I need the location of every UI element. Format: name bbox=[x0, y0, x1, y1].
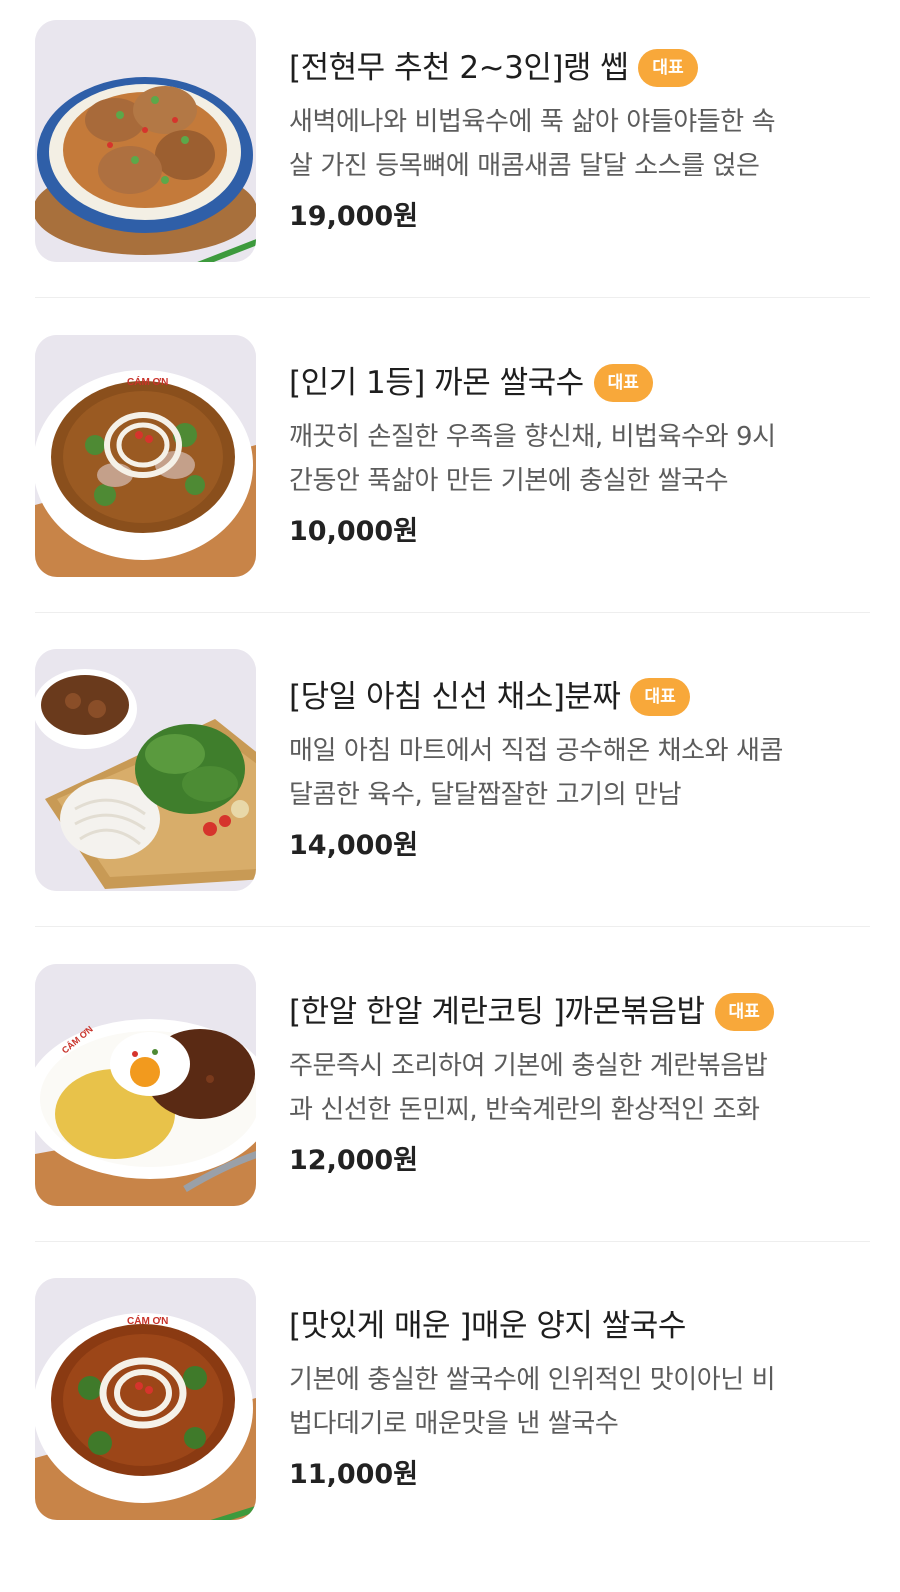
menu-item[interactable]: [전현무 추천 2~3인]랭 쎕 대표 새벽에나와 비법육수에 푹 삶아 야들야… bbox=[0, 0, 900, 315]
description-line: 새벽에나와 비법육수에 푹 삶아 야들야들한 속 bbox=[289, 107, 776, 137]
svg-text:CÁM ƠN: CÁM ƠN bbox=[127, 375, 168, 388]
menu-item-title-row: [당일 아침 신선 채소]분짜 대표 bbox=[289, 667, 869, 727]
menu-item[interactable]: CÁM ƠN [인기 1등] 까몬 쌀국수 대표 깨끗히 손질한 우족을 향신채… bbox=[0, 315, 900, 630]
menu-item-image[interactable]: CÁM ƠN bbox=[35, 964, 256, 1206]
menu-item-description: 새벽에나와 비법육수에 푹 삶아 야들야들한 속 살 가진 등목뼈에 매콤새콤 … bbox=[289, 100, 869, 188]
description-line: 법다데기로 매운맛을 낸 쌀국수 bbox=[289, 1409, 619, 1439]
divider bbox=[35, 926, 870, 927]
divider bbox=[35, 612, 870, 613]
menu-item-info: [전현무 추천 2~3인]랭 쎕 대표 새벽에나와 비법육수에 푹 삶아 야들야… bbox=[289, 38, 869, 240]
signature-badge: 대표 bbox=[714, 993, 774, 1031]
menu-item-image[interactable] bbox=[35, 20, 256, 262]
menu-item-info: [당일 아침 신선 채소]분짜 대표 매일 아침 마트에서 직접 공수해온 채소… bbox=[289, 667, 869, 869]
menu-item-description: 기본에 충실한 쌀국수에 인위적인 맛이아닌 비 법다데기로 매운맛을 낸 쌀국… bbox=[289, 1358, 869, 1446]
description-line: 기본에 충실한 쌀국수에 인위적인 맛이아닌 비 bbox=[289, 1365, 776, 1395]
menu-item-description: 깨끗히 손질한 우족을 향신채, 비법육수와 9시 간동안 푹삶아 만든 기본에… bbox=[289, 415, 869, 503]
menu-item-title-row: [한알 한알 계란코팅 ]까몬볶음밥 대표 bbox=[289, 982, 869, 1042]
menu-item-price: 12,000원 bbox=[289, 1145, 419, 1176]
pork-back-bone-dish-image bbox=[35, 20, 256, 262]
menu-item-image[interactable] bbox=[35, 649, 256, 891]
menu-item-title: [당일 아침 신선 채소]분짜 bbox=[289, 679, 621, 715]
egg-fried-rice-plate-image: CÁM ƠN bbox=[35, 964, 256, 1206]
description-line: 주문즉시 조리하여 기본에 충실한 계란볶음밥 bbox=[289, 1051, 768, 1081]
beef-rice-noodle-soup-image: CÁM ƠN bbox=[35, 335, 256, 577]
menu-item-title-row: [전현무 추천 2~3인]랭 쎕 대표 bbox=[289, 38, 869, 98]
menu-item-price: 11,000원 bbox=[289, 1459, 419, 1490]
menu-item-title: [전현무 추천 2~3인]랭 쎕 bbox=[289, 50, 629, 86]
menu-item-description: 매일 아침 마트에서 직접 공수해온 채소와 새콤 달콤한 육수, 달달짭잘한 … bbox=[289, 729, 869, 817]
menu-item-info: [인기 1등] 까몬 쌀국수 대표 깨끗히 손질한 우족을 향신채, 비법육수와… bbox=[289, 353, 869, 555]
menu-item-title-row: [인기 1등] 까몬 쌀국수 대표 bbox=[289, 353, 869, 413]
menu-item-image[interactable]: CÁM ƠN bbox=[35, 1278, 256, 1520]
description-line: 깨끗히 손질한 우족을 향신채, 비법육수와 9시 bbox=[289, 422, 776, 452]
menu-item-price: 19,000원 bbox=[289, 201, 419, 232]
menu-item-title-row: [맛있게 매운 ]매운 양지 쌀국수 bbox=[289, 1296, 869, 1356]
divider bbox=[35, 1241, 870, 1242]
signature-badge: 대표 bbox=[638, 49, 698, 87]
menu-item-title: [한알 한알 계란코팅 ]까몬볶음밥 bbox=[289, 994, 705, 1030]
menu-item-price: 10,000원 bbox=[289, 516, 419, 547]
menu-item[interactable]: CÁM ƠN [한알 한알 계란코팅 ]까몬볶음밥 대표 주문즉시 조리하여 기… bbox=[0, 944, 900, 1259]
menu-item-title: [맛있게 매운 ]매운 양지 쌀국수 bbox=[289, 1308, 686, 1344]
svg-text:CÁM ƠN: CÁM ƠN bbox=[127, 1314, 168, 1327]
description-line: 살 가진 등목뼈에 매콤새콤 달달 소스를 얹은 bbox=[289, 151, 760, 181]
menu-item-description: 주문즉시 조리하여 기본에 충실한 계란볶음밥 과 신선한 돈민찌, 반숙계란의… bbox=[289, 1044, 869, 1132]
menu-item[interactable]: [당일 아침 신선 채소]분짜 대표 매일 아침 마트에서 직접 공수해온 채소… bbox=[0, 629, 900, 944]
signature-badge: 대표 bbox=[630, 678, 690, 716]
menu-item-title: [인기 1등] 까몬 쌀국수 bbox=[289, 365, 584, 401]
menu-item[interactable]: CÁM ƠN [맛있게 매운 ]매운 양지 쌀국수 기본에 충실한 쌀국수에 인… bbox=[0, 1258, 900, 1573]
description-line: 매일 아침 마트에서 직접 공수해온 채소와 새콤 bbox=[289, 736, 784, 766]
description-line: 간동안 푹삶아 만든 기본에 충실한 쌀국수 bbox=[289, 466, 729, 496]
divider bbox=[35, 297, 870, 298]
spicy-brisket-noodle-soup-image: CÁM ƠN bbox=[35, 1278, 256, 1520]
menu-item-price: 14,000원 bbox=[289, 830, 419, 861]
menu-list: [전현무 추천 2~3인]랭 쎕 대표 새벽에나와 비법육수에 푹 삶아 야들야… bbox=[0, 0, 900, 1592]
menu-item-info: [한알 한알 계란코팅 ]까몬볶음밥 대표 주문즉시 조리하여 기본에 충실한 … bbox=[289, 982, 869, 1184]
description-line: 달콤한 육수, 달달짭잘한 고기의 만남 bbox=[289, 780, 682, 810]
menu-item-info: [맛있게 매운 ]매운 양지 쌀국수 기본에 충실한 쌀국수에 인위적인 맛이아… bbox=[289, 1296, 869, 1498]
bun-cha-platter-image bbox=[35, 649, 256, 891]
description-line: 과 신선한 돈민찌, 반숙계란의 환상적인 조화 bbox=[289, 1095, 760, 1125]
menu-item-image[interactable]: CÁM ƠN bbox=[35, 335, 256, 577]
signature-badge: 대표 bbox=[593, 364, 653, 402]
